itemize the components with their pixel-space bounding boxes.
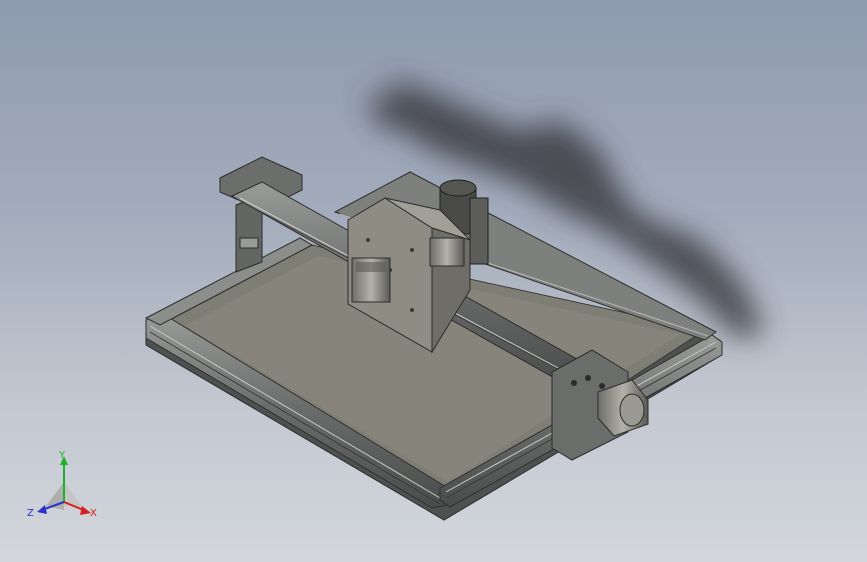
graphics-viewport[interactable]: Y X Z [0,0,867,562]
x-axis-motor[interactable] [429,237,465,267]
coordinate-triad[interactable]: Y X Z [24,448,104,520]
z-arrowhead-icon [37,505,47,514]
y-axis-label: Y [58,450,66,461]
z-axis-label: Z [27,508,34,519]
z-axis-motor[interactable] [351,257,391,303]
x-axis-label: X [90,508,97,519]
cnc-router-model[interactable] [0,0,867,562]
